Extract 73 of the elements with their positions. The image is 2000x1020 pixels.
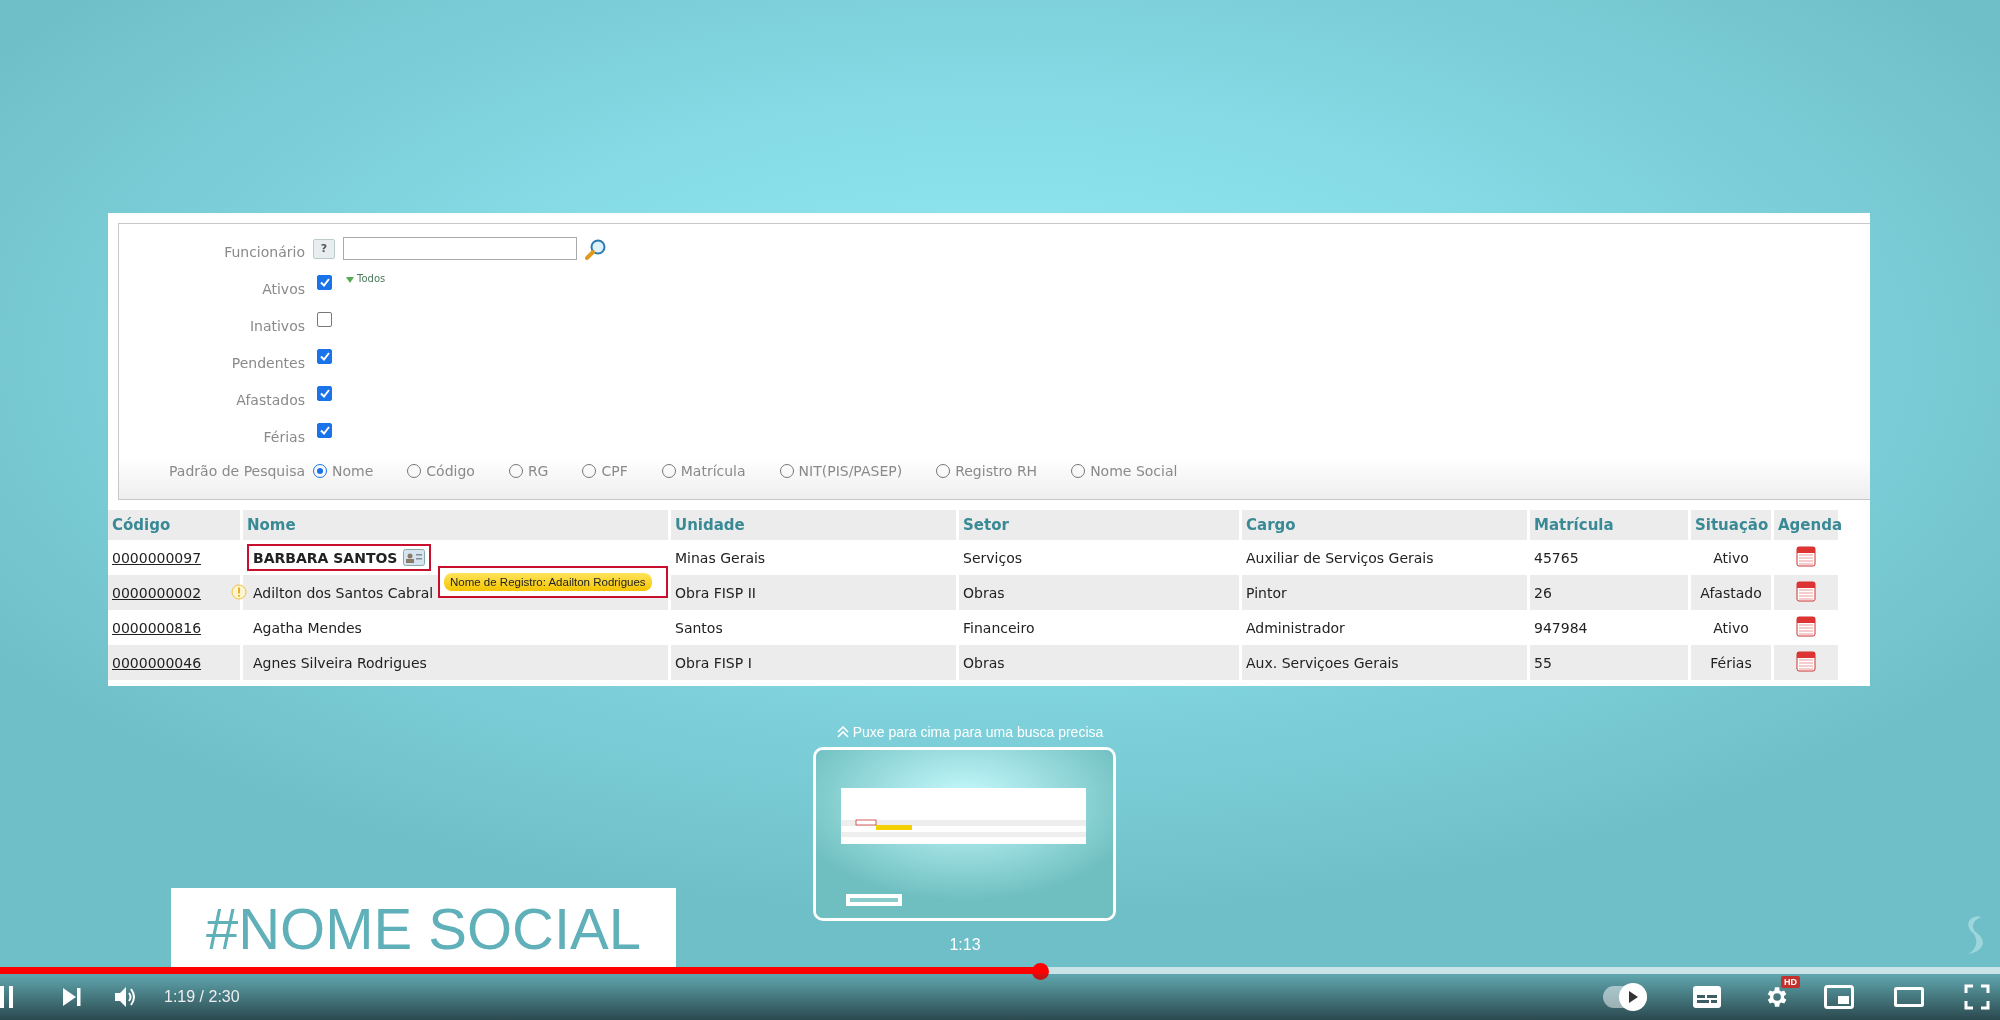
fullscreen-button[interactable] xyxy=(1964,984,1990,1010)
table-cell: Obras xyxy=(959,575,1239,610)
employee-name: Adilton dos Santos Cabral xyxy=(253,584,434,601)
employee-name: Agatha Mendes xyxy=(253,619,362,636)
radio-option[interactable]: Matrícula xyxy=(661,462,746,479)
video-title-card: #NOME SOCIAL xyxy=(171,888,676,968)
table-cell: 26 xyxy=(1530,575,1688,610)
column-header: Código xyxy=(108,510,240,540)
checkbox[interactable] xyxy=(317,349,332,364)
miniplayer-button[interactable] xyxy=(1824,985,1854,1009)
field-label: Funcionário xyxy=(223,242,305,260)
search-icon[interactable] xyxy=(585,237,607,260)
play-icon xyxy=(1628,991,1638,1003)
code-link[interactable]: 0000000097 xyxy=(112,549,202,566)
code-link[interactable]: 0000000002 xyxy=(112,584,202,601)
filter-label: Férias xyxy=(262,427,305,445)
search-mode-label: Padrão de Pesquisa xyxy=(168,462,305,479)
triangle-icon xyxy=(346,277,354,283)
checkbox[interactable] xyxy=(317,275,332,290)
employee-name: Agnes Silveira Rodrigues xyxy=(253,654,427,671)
filter-label: Inativos xyxy=(248,316,305,334)
column-header: Nome xyxy=(243,510,668,540)
checkbox[interactable] xyxy=(317,312,332,327)
progress-bar[interactable] xyxy=(0,967,2000,974)
progress-handle[interactable] xyxy=(1032,963,1049,980)
filter-label: Pendentes xyxy=(230,353,305,371)
table-cell: Obras xyxy=(959,645,1239,680)
table-cell: Pintor xyxy=(1242,575,1527,610)
theater-mode-button[interactable] xyxy=(1894,987,1924,1007)
pause-button[interactable] xyxy=(0,986,14,1008)
double-chevron-up-icon xyxy=(836,726,849,738)
radio-option[interactable]: NIT(PIS/PASEP) xyxy=(779,462,903,479)
subtitles-button[interactable] xyxy=(1693,986,1721,1008)
column-header: Situação xyxy=(1691,510,1771,540)
checkbox[interactable] xyxy=(317,423,332,438)
autoplay-toggle[interactable] xyxy=(1603,986,1647,1008)
radio-option[interactable]: RG xyxy=(508,462,549,479)
calendar-icon[interactable] xyxy=(1796,615,1816,637)
preview-time: 1:13 xyxy=(948,936,982,954)
code-link[interactable]: 0000000046 xyxy=(112,654,202,671)
checkbox[interactable] xyxy=(317,386,332,401)
table-cell: Obra FISP I xyxy=(671,645,956,680)
radio-option[interactable]: Registro RH xyxy=(936,462,1038,479)
help-button[interactable]: ? xyxy=(313,238,335,259)
employee-input[interactable] xyxy=(343,237,577,260)
radio-option[interactable]: Código xyxy=(407,462,475,479)
table-cell: 55 xyxy=(1530,645,1688,680)
calendar-icon[interactable] xyxy=(1796,650,1816,672)
column-header: Cargo xyxy=(1242,510,1527,540)
table-cell: Obra FISP II xyxy=(671,575,956,610)
radio-option[interactable]: Nome Social xyxy=(1071,462,1178,479)
id-card-icon[interactable] xyxy=(403,549,426,566)
seek-hint: Puxe para cima para uma busca precisa xyxy=(852,724,1104,740)
code-link[interactable]: 0000000816 xyxy=(112,619,202,636)
table-cell: Férias xyxy=(1691,645,1771,680)
table-cell: Afastado xyxy=(1691,575,1771,610)
time-display: 1:19 / 2:30 xyxy=(164,988,240,1006)
column-header: Matrícula xyxy=(1530,510,1688,540)
column-header: Unidade xyxy=(671,510,956,540)
table-cell: Aux. Serviçoes Gerais xyxy=(1242,645,1527,680)
all-link[interactable]: Todos xyxy=(357,273,386,284)
column-header: Setor xyxy=(959,510,1239,540)
next-button[interactable] xyxy=(62,987,82,1007)
radio-option[interactable]: CPF xyxy=(582,462,628,479)
calendar-icon[interactable] xyxy=(1796,545,1816,567)
filter-label: Ativos xyxy=(261,279,305,297)
tooltip: Nome de Registro: Adailton Rodrigues xyxy=(444,573,652,591)
radio-option[interactable]: Nome xyxy=(313,462,374,479)
filter-label: Afastados xyxy=(235,390,305,408)
quality-badge: HD xyxy=(1781,976,1800,988)
volume-button[interactable] xyxy=(114,986,138,1008)
calendar-icon[interactable] xyxy=(1796,580,1816,602)
employee-name: BARBARA SANTOS xyxy=(253,549,398,566)
